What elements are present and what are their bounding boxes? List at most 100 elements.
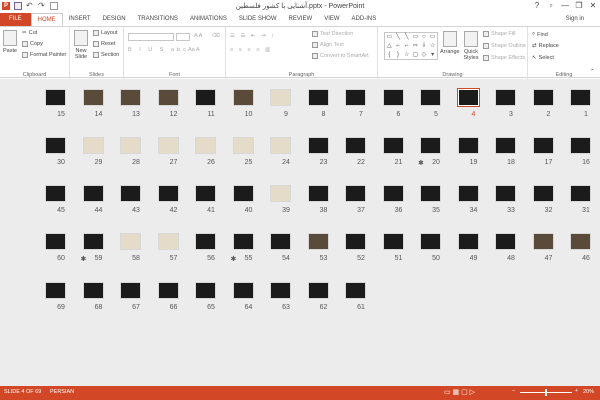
slide-thumbnail[interactable] <box>120 233 141 250</box>
slide-thumbnail[interactable] <box>570 233 591 250</box>
slide-thumbnail[interactable] <box>270 185 291 202</box>
format-painter-button[interactable]: Format Painter <box>22 52 66 58</box>
slide-thumbnail[interactable] <box>45 137 66 154</box>
slide-thumbnail[interactable] <box>307 282 329 299</box>
slide-thumbnail[interactable] <box>420 137 441 154</box>
slide-thumbnail[interactable] <box>270 89 291 106</box>
slide-thumbnail[interactable] <box>120 185 141 202</box>
slide-thumbnail[interactable] <box>82 282 104 299</box>
slide-thumbnail[interactable] <box>45 89 66 106</box>
slide-thumbnail[interactable] <box>382 185 404 202</box>
find-button[interactable]: ⌕ Find <box>532 31 548 38</box>
slide-thumbnail[interactable] <box>232 233 254 250</box>
slide-thumbnail[interactable] <box>195 282 216 299</box>
shape-outline-button[interactable]: Shape Outline <box>483 43 526 49</box>
zoom-out-button[interactable]: – <box>512 388 515 394</box>
slide-thumbnail[interactable] <box>157 282 179 299</box>
slide-thumbnail[interactable] <box>82 233 104 250</box>
slide-thumbnail[interactable] <box>270 137 291 154</box>
language-indicator[interactable]: PERSIAN <box>50 389 74 395</box>
view-buttons[interactable]: ▭ ▦ ▢ ▷ <box>444 388 475 396</box>
slide-thumbnail[interactable] <box>157 185 179 202</box>
slide-thumbnail[interactable] <box>232 185 254 202</box>
slide-thumbnail[interactable] <box>382 233 404 250</box>
align-text-button[interactable]: Align Text <box>312 42 344 48</box>
font-name-dropdown[interactable] <box>128 33 174 41</box>
slide-thumbnail[interactable] <box>232 89 254 106</box>
zoom-in-button[interactable]: + <box>575 388 578 394</box>
slide-thumbnail[interactable] <box>495 185 516 202</box>
slide-thumbnail[interactable] <box>420 233 441 250</box>
slide-thumbnail[interactable] <box>570 137 591 154</box>
font-style-buttons[interactable]: B I U S abc <box>128 47 189 53</box>
slide-thumbnail[interactable] <box>82 137 104 154</box>
convert-smartart-button[interactable]: Convert to SmartArt <box>312 53 369 59</box>
slide-thumbnail[interactable] <box>120 137 141 154</box>
slide-thumbnail[interactable] <box>420 185 441 202</box>
tab-file[interactable]: FILE <box>0 13 31 26</box>
help-icon[interactable]: ? <box>530 0 544 12</box>
paste-button[interactable]: Paste <box>3 30 17 54</box>
slide-thumbnail[interactable] <box>307 233 329 250</box>
slide-thumbnail[interactable] <box>495 89 516 106</box>
slide-thumbnail[interactable] <box>495 233 516 250</box>
slide-thumbnail[interactable] <box>120 282 141 299</box>
slide-thumbnail[interactable] <box>270 282 291 299</box>
slide-thumbnail[interactable] <box>157 137 179 154</box>
slide-thumbnail[interactable] <box>45 233 66 250</box>
slide-thumbnail[interactable] <box>195 233 216 250</box>
tab-home[interactable]: HOME <box>30 13 63 26</box>
slide-thumbnail[interactable] <box>345 233 366 250</box>
slide-thumbnail[interactable] <box>307 185 329 202</box>
slide-thumbnail[interactable] <box>307 89 329 106</box>
collapse-ribbon-icon[interactable]: ⌃ <box>590 69 595 75</box>
slide-thumbnail[interactable] <box>532 89 554 106</box>
tab-animations[interactable]: ANIMATIONS <box>184 13 233 26</box>
tab-insert[interactable]: INSERT <box>63 13 97 26</box>
slide-thumbnail[interactable] <box>457 185 479 202</box>
slide-thumbnail[interactable] <box>382 137 404 154</box>
ribbon-display-icon[interactable]: ▫ <box>544 0 558 12</box>
reset-button[interactable]: Reset <box>93 41 115 47</box>
slide-thumbnail[interactable] <box>495 137 516 154</box>
list-buttons[interactable]: ☰ ☰ ⇤ ⇥ ↕ <box>230 33 276 39</box>
slide-thumbnail[interactable] <box>157 233 179 250</box>
slide-thumbnail[interactable] <box>82 185 104 202</box>
cut-button[interactable]: ✂ Cut <box>22 30 37 36</box>
section-button[interactable]: Section <box>93 52 119 58</box>
shape-fill-button[interactable]: Shape Fill <box>483 31 515 37</box>
select-button[interactable]: ↖ Select <box>532 55 554 61</box>
font-size-dropdown[interactable] <box>176 33 190 41</box>
slide-thumbnail[interactable] <box>345 89 366 106</box>
slide-thumbnail[interactable] <box>45 282 66 299</box>
slide-thumbnail[interactable] <box>307 137 329 154</box>
slide-thumbnail[interactable] <box>420 89 441 106</box>
slide-thumbnail[interactable] <box>82 89 104 106</box>
minimize-button[interactable]: — <box>558 0 572 12</box>
grow-font-icon[interactable]: A A <box>194 33 202 39</box>
slide-thumbnail[interactable] <box>457 233 479 250</box>
zoom-level[interactable]: 20% <box>583 389 594 395</box>
alignment-buttons[interactable]: ≡ ≡ ≡ ≡ ▥ <box>230 47 272 53</box>
tab-design[interactable]: DESIGN <box>97 13 132 26</box>
tab-transitions[interactable]: TRANSITIONS <box>132 13 184 26</box>
slide-thumbnail[interactable] <box>532 137 554 154</box>
replace-button[interactable]: ⇄ Replace <box>532 43 559 49</box>
shapes-gallery[interactable]: ▭ ╲ ╲ ▭ ○ ▭ △ ⌐ ⌐ ⇨ ⇩ ☆ {} ☆ ▢ ◇ ▾ <box>384 32 438 60</box>
sign-in-link[interactable]: Sign in <box>566 16 584 22</box>
tab-review[interactable]: REVIEW <box>283 13 319 26</box>
slide-thumbnail[interactable] <box>345 185 366 202</box>
tab-view[interactable]: VIEW <box>318 13 345 26</box>
slide-thumbnail[interactable] <box>345 282 366 299</box>
restore-button[interactable]: ❐ <box>572 0 586 12</box>
slide-thumbnail[interactable] <box>45 185 66 202</box>
slide-thumbnail[interactable] <box>270 233 291 250</box>
shape-effects-button[interactable]: Shape Effects <box>483 55 525 61</box>
slide-thumbnail[interactable] <box>532 233 554 250</box>
layout-button[interactable]: Layout <box>93 30 118 36</box>
tab-slide-show[interactable]: SLIDE SHOW <box>233 13 283 26</box>
arrange-button[interactable]: Arrange <box>440 31 460 55</box>
text-direction-button[interactable]: Text Direction <box>312 31 353 37</box>
tab-add-ins[interactable]: ADD-INS <box>346 13 383 26</box>
clear-formatting-icon[interactable]: ⌫ <box>212 33 220 39</box>
